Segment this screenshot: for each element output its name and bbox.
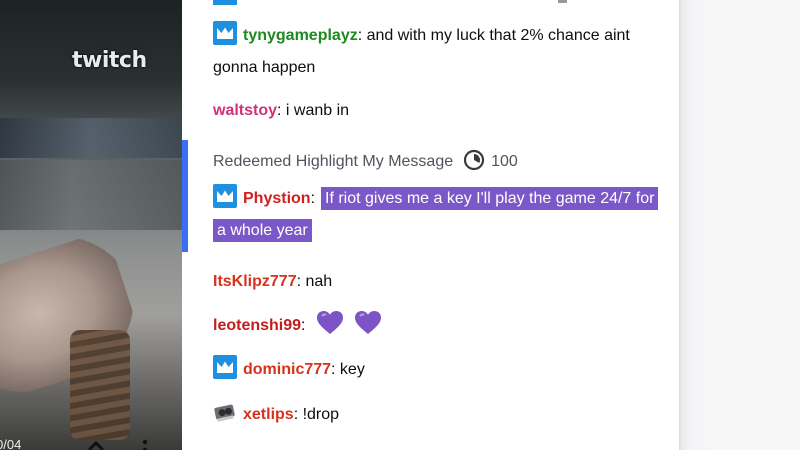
chat-message-text: : nah <box>296 273 333 290</box>
chat-message-text: : <box>301 317 306 334</box>
video-frame-detail <box>0 160 182 230</box>
chat-username[interactable]: ItsKlipz777 <box>213 273 297 290</box>
video-player[interactable]: twitch 0/04 <box>0 0 182 450</box>
chat-message-text: : key <box>331 361 365 378</box>
more-options-icon[interactable] <box>142 439 148 450</box>
redeem-label: Redeemed Highlight My Message <box>213 153 454 170</box>
chat-message: xetlips: !drop <box>213 399 653 431</box>
volume-icon[interactable] <box>87 439 105 450</box>
page-background-right <box>679 0 800 450</box>
video-frame-sleeve <box>70 330 130 440</box>
crown-badge-icon[interactable] <box>213 184 237 208</box>
chat-username[interactable]: waltstoy <box>213 102 277 119</box>
video-time: 0/04 <box>0 437 22 450</box>
chat-message: waltstoy: i wanb in <box>213 95 653 127</box>
chat-username[interactable]: xetlips <box>243 406 294 423</box>
channel-points-icon <box>463 149 485 181</box>
redeem-cost: 100 <box>491 153 518 170</box>
purple-heart-emote-icon[interactable] <box>354 310 382 348</box>
highlight-indicator-bar <box>182 140 188 252</box>
crown-badge-icon[interactable] <box>213 355 237 379</box>
crown-badge-icon[interactable] <box>213 21 237 45</box>
chat-message: ItsKlipz777: nah <box>213 266 653 298</box>
chat-panel: tynygameplayz: and with my luck that 2% … <box>182 0 679 450</box>
previous-message-partial <box>213 0 653 5</box>
chat-username[interactable]: Phystion <box>243 190 311 207</box>
video-frame-detail <box>0 118 182 158</box>
chat-separator: : <box>310 190 316 207</box>
purple-heart-emote-icon[interactable] <box>316 310 344 348</box>
chat-message: tynygameplayz: and with my luck that 2% … <box>213 20 653 84</box>
chat-message: dominic777: key <box>213 354 653 386</box>
chat-message-text: : !drop <box>293 406 340 423</box>
twitch-watermark: twitch <box>72 48 147 73</box>
redeem-notice: Redeemed Highlight My Message 100 <box>213 148 518 181</box>
chat-username[interactable]: tynygameplayz <box>243 27 358 44</box>
next-message-partial <box>213 444 253 450</box>
chat-username[interactable]: dominic777 <box>243 361 331 378</box>
chat-message: leotenshi99: <box>213 310 653 348</box>
highlighted-chat-message: Phystion: If riot gives me a key I'll pla… <box>213 183 659 247</box>
chat-username[interactable]: leotenshi99 <box>213 317 301 334</box>
gpu-badge-icon[interactable] <box>213 400 237 424</box>
video-controls[interactable]: 0/04 <box>0 434 182 450</box>
chat-message-text: : i wanb in <box>277 102 350 119</box>
